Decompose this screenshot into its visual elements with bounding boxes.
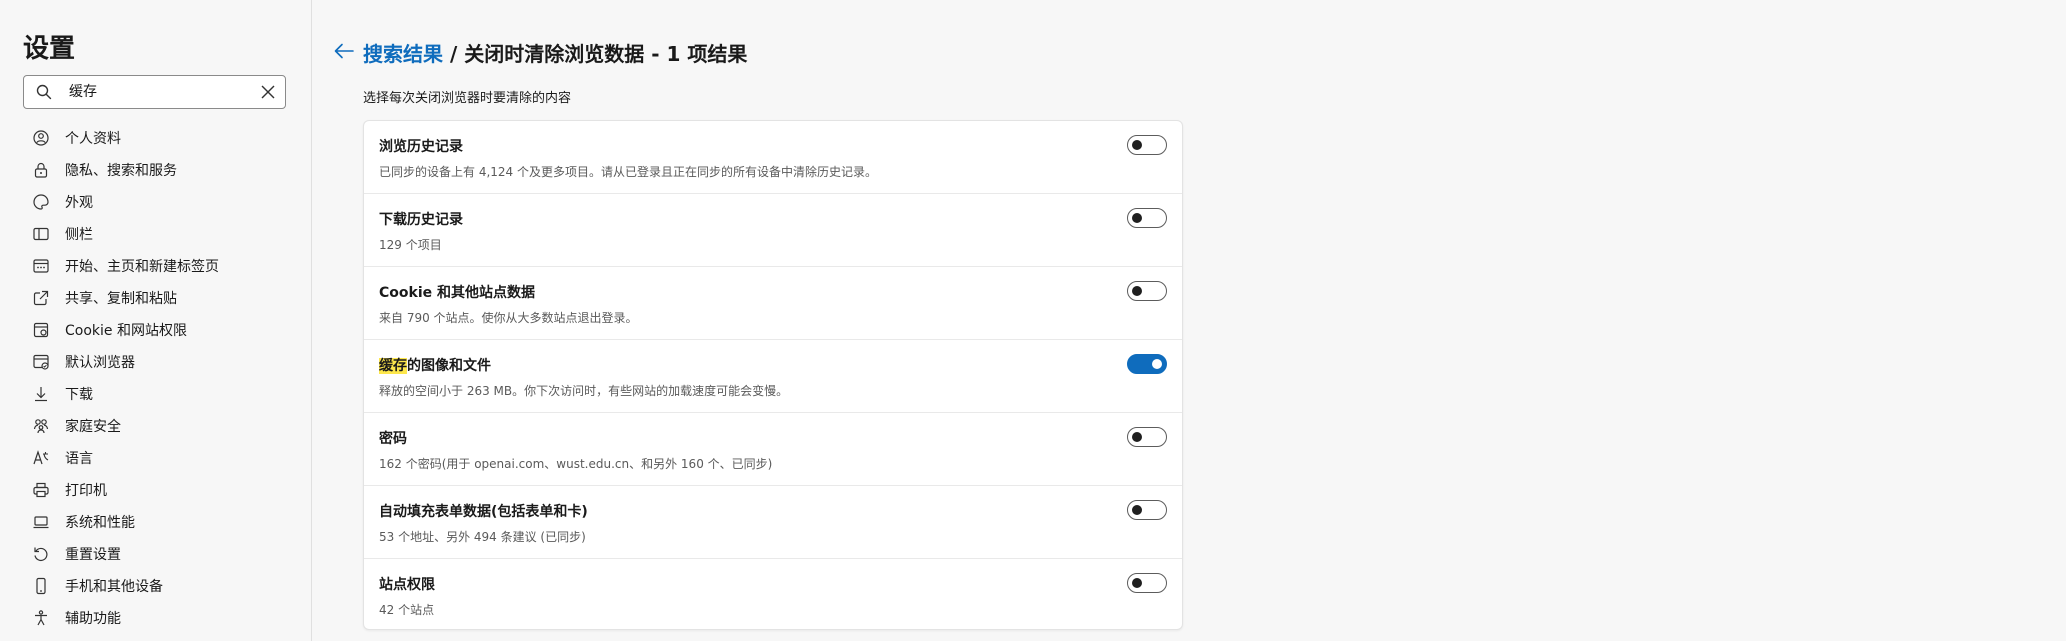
sidebar-item-label: 共享、复制和粘贴 [65,291,177,307]
breadcrumb-current: / 关闭时清除浏览数据 - 1 项结果 [443,42,748,66]
sidebar-item-downloads[interactable]: 下载 [32,378,302,410]
passwords-toggle[interactable] [1127,427,1167,447]
cookies-toggle[interactable] [1127,281,1167,301]
phone-icon [36,577,46,595]
site-permissions-toggle[interactable] [1127,573,1167,593]
setting-title: 浏览历史记录 [379,139,463,155]
toggle-knob [1132,505,1142,515]
setting-description: 来自 790 个站点。使你从大多数站点退出登录。 [379,311,638,325]
sidebar-item-label: 系统和性能 [65,515,135,531]
autofill-toggle[interactable] [1127,500,1167,520]
sidebar-item-label: Cookie 和网站权限 [65,323,187,339]
breadcrumb: 搜索结果 / 关闭时清除浏览数据 - 1 项结果 [363,38,747,67]
cached-images-toggle[interactable] [1127,354,1167,374]
laptop-icon [33,516,49,529]
sidebar-item-label: 隐私、搜索和服务 [65,163,177,179]
breadcrumb-search-results-link[interactable]: 搜索结果 [363,42,443,66]
search-highlight: 缓存 [379,358,407,374]
sidebar-item-label: 手机和其他设备 [65,579,163,595]
sidebar-item-appearance[interactable]: 外观 [32,186,302,218]
toggle-knob [1132,432,1142,442]
setting-description: 已同步的设备上有 4,124 个及更多项目。请从已登录且正在同步的所有设备中清除… [379,165,877,179]
sidebar-item-label: 重置设置 [65,547,121,563]
setting-title-rest: 的图像和文件 [407,358,491,374]
setting-title: Cookie 和其他站点数据 [379,285,535,301]
home-tab-icon [33,259,49,273]
lock-icon [34,162,48,178]
search-input[interactable] [69,82,249,102]
setting-row-autofill: 自动填充表单数据(包括表单和卡) 53 个地址、另外 494 条建议 (已同步) [364,486,1182,559]
settings-nav: 个人资料 隐私、搜索和服务 外观 侧栏 开始、主页和新建标签页 共享、复制和粘贴… [32,122,302,634]
sidebar-item-default-browser[interactable]: 默认浏览器 [32,346,302,378]
setting-title: 缓存的图像和文件 [379,355,491,375]
download-history-toggle[interactable] [1127,208,1167,228]
section-subtitle: 选择每次关闭浏览器时要清除的内容 [363,91,572,106]
setting-title: 密码 [379,431,407,447]
sidebar-item-languages[interactable]: 语言 [32,442,302,474]
settings-title: 设置 [23,34,76,64]
sidebar-item-label: 下载 [65,387,93,403]
sidebar-item-label: 侧栏 [65,227,93,243]
sidebar-item-label: 打印机 [65,483,107,499]
setting-row-cached-images: 缓存的图像和文件 释放的空间小于 263 MB。你下次访问时，有些网站的加载速度… [364,340,1182,413]
setting-description: 释放的空间小于 263 MB。你下次访问时，有些网站的加载速度可能会变慢。 [379,384,789,398]
printer-icon [33,482,49,498]
sidebar-item-phone-devices[interactable]: 手机和其他设备 [32,570,302,602]
search-icon [36,84,52,100]
close-icon[interactable] [259,83,277,101]
setting-description: 53 个地址、另外 494 条建议 (已同步) [379,530,586,544]
download-icon [35,387,47,402]
setting-row-site-permissions: 站点权限 42 个站点 [364,559,1182,629]
setting-row-browsing-history: 浏览历史记录 已同步的设备上有 4,124 个及更多项目。请从已登录且正在同步的… [364,121,1182,194]
sidebar-item-family-safety[interactable]: 家庭安全 [32,410,302,442]
browser-icon [33,354,49,370]
sidebar-item-label: 个人资料 [65,131,121,147]
profile-icon [33,130,49,146]
settings-sidebar: 设置 个人资料 隐私、搜索和服务 外观 侧栏 开始、 [0,0,312,641]
sidebar-item-privacy[interactable]: 隐私、搜索和服务 [32,154,302,186]
setting-description: 42 个站点 [379,603,435,617]
toggle-knob [1132,578,1142,588]
setting-title: 下载历史记录 [379,212,463,228]
toggle-knob [1132,286,1142,296]
sidebar-item-printers[interactable]: 打印机 [32,474,302,506]
clear-on-close-card: 浏览历史记录 已同步的设备上有 4,124 个及更多项目。请从已登录且正在同步的… [363,120,1183,630]
sidebar-item-label: 外观 [65,195,93,211]
sidebar-item-share-copy-paste[interactable]: 共享、复制和粘贴 [32,282,302,314]
setting-row-download-history: 下载历史记录 129 个项目 [364,194,1182,267]
setting-row-cookies: Cookie 和其他站点数据 来自 790 个站点。使你从大多数站点退出登录。 [364,267,1182,340]
sidebar-item-label: 家庭安全 [65,419,121,435]
sidebar-item-label: 开始、主页和新建标签页 [65,259,219,275]
toggle-knob [1132,213,1142,223]
setting-title: 自动填充表单数据(包括表单和卡) [379,504,588,520]
family-icon [33,419,49,434]
sidebar-item-label: 语言 [65,451,93,467]
setting-row-passwords: 密码 162 个密码(用于 openai.com、wust.edu.cn、和另外… [364,413,1182,486]
sidebar-item-accessibility[interactable]: 辅助功能 [32,602,302,634]
palette-icon [33,194,49,210]
language-icon [33,450,49,465]
accessibility-icon [35,610,47,626]
setting-description: 129 个项目 [379,238,442,252]
setting-title: 站点权限 [379,577,435,593]
sidebar-item-sidebar[interactable]: 侧栏 [32,218,302,250]
sidebar-item-profile[interactable]: 个人资料 [32,122,302,154]
reset-icon [34,547,48,562]
main-content: 搜索结果 / 关闭时清除浏览数据 - 1 项结果 选择每次关闭浏览器时要清除的内… [313,0,2066,641]
sidebar-item-start-home-newtab[interactable]: 开始、主页和新建标签页 [32,250,302,282]
back-arrow-icon[interactable] [333,42,355,60]
toggle-knob [1152,359,1162,369]
cookie-permissions-icon [33,322,49,338]
sidebar-item-label: 辅助功能 [65,611,121,627]
sidebar-item-reset-settings[interactable]: 重置设置 [32,538,302,570]
sidebar-item-cookies-permissions[interactable]: Cookie 和网站权限 [32,314,302,346]
toggle-knob [1132,140,1142,150]
settings-search-box[interactable] [23,75,286,109]
browsing-history-toggle[interactable] [1127,135,1167,155]
sidebar-icon [33,227,49,241]
sidebar-item-label: 默认浏览器 [65,355,135,371]
setting-description: 162 个密码(用于 openai.com、wust.edu.cn、和另外 16… [379,457,773,471]
share-icon [33,290,49,306]
sidebar-item-system-performance[interactable]: 系统和性能 [32,506,302,538]
